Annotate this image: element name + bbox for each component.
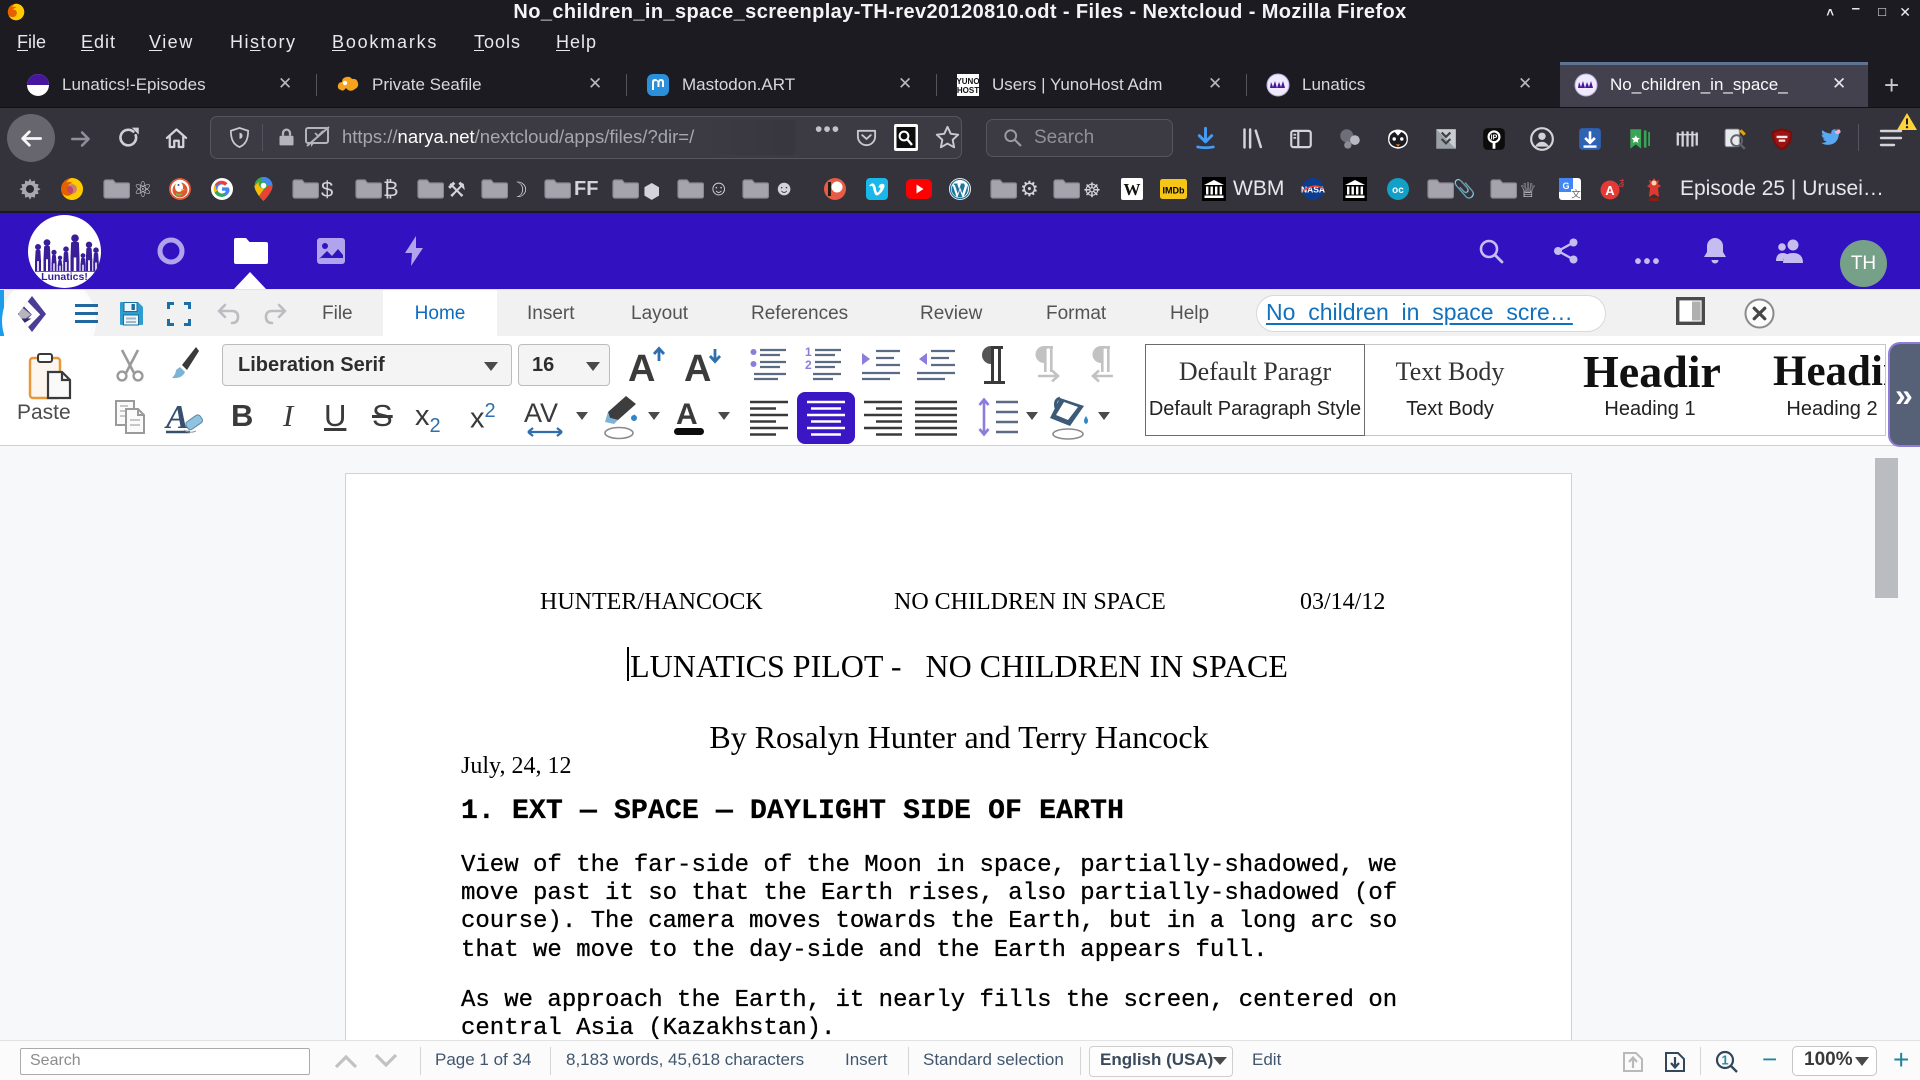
svg-text:1: 1 [1721,1053,1728,1068]
